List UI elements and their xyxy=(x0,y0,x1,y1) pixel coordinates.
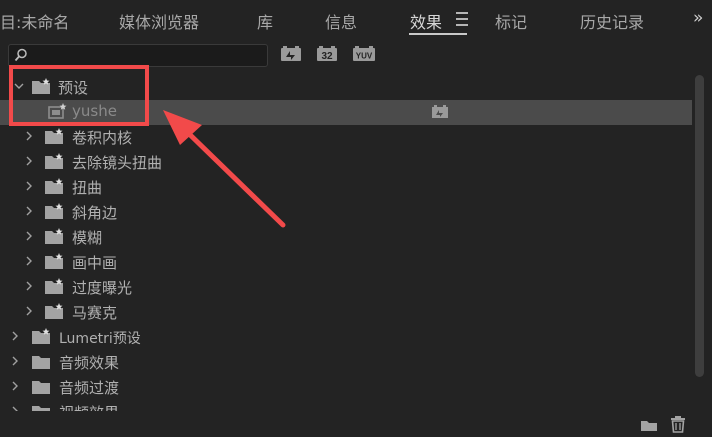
tree-label: 模糊 xyxy=(72,229,103,247)
vertical-scrollbar[interactable] xyxy=(692,73,708,411)
panel-menu-icon[interactable] xyxy=(456,12,468,26)
panel-footer xyxy=(0,411,712,437)
yuv-filter-button[interactable]: YUV xyxy=(352,45,376,63)
accelerated-effects-filter-icon[interactable] xyxy=(280,45,302,63)
tab-media-browser[interactable]: 媒体浏览器 xyxy=(119,9,199,33)
yuv-icon: YUV xyxy=(353,46,375,61)
preset-folder-icon xyxy=(45,303,63,319)
chevron-right-icon[interactable] xyxy=(24,280,34,292)
more-tabs-chevron-icon[interactable]: » xyxy=(693,8,704,28)
tree-label: 音频效果 xyxy=(59,354,120,372)
tree-label: 马赛克 xyxy=(72,304,118,322)
preset-folder-icon xyxy=(32,328,50,344)
preset-folder-icon xyxy=(45,203,63,219)
chevron-right-icon[interactable] xyxy=(24,205,34,217)
32bit-filter-button[interactable]: 32 xyxy=(316,45,338,63)
tree-row-folder[interactable]: 过度曝光 xyxy=(0,275,692,300)
chevron-right-icon[interactable] xyxy=(24,255,34,267)
tree-label: 斜角边 xyxy=(72,204,118,222)
preset-folder-icon xyxy=(45,228,63,244)
tree-row-audio-transitions[interactable]: 音频过渡 xyxy=(0,375,692,400)
tab-effects[interactable]: 效果 xyxy=(410,9,442,33)
scrollbar-thumb[interactable] xyxy=(695,75,704,377)
active-tab-indicator xyxy=(409,33,467,35)
chevron-right-icon[interactable] xyxy=(24,180,34,192)
svg-text:YUV: YUV xyxy=(356,52,373,61)
tree-label: 扭曲 xyxy=(72,179,103,197)
tree-label: 画中画 xyxy=(72,254,118,272)
panel-tab-bar: 目:未命名 媒体浏览器 库 信息 效果 标记 历史记录 » xyxy=(0,0,712,40)
search-icon xyxy=(14,48,27,62)
tree-row-lumetri-presets[interactable]: Lumetri预设 xyxy=(0,325,692,350)
tree-label: 过度曝光 xyxy=(72,279,133,297)
preset-folder-icon xyxy=(45,128,63,144)
accelerated-badge-icon xyxy=(432,105,448,118)
tree-label: 卷积内核 xyxy=(72,129,133,147)
tree-label: 音频过渡 xyxy=(59,379,120,397)
tree-row-video-effects[interactable]: 视频效果 xyxy=(0,400,692,411)
chevron-right-icon[interactable] xyxy=(10,355,20,367)
chevron-right-icon[interactable] xyxy=(10,380,20,392)
tree-row-folder[interactable]: 马赛克 xyxy=(0,300,692,325)
32bit-icon: 32 xyxy=(317,46,337,62)
tab-info[interactable]: 信息 xyxy=(325,9,357,33)
tree-label: 视频效果 xyxy=(59,402,119,411)
tree-row-audio-effects[interactable]: 音频效果 xyxy=(0,350,692,375)
preset-folder-icon xyxy=(45,253,63,269)
chevron-right-icon[interactable] xyxy=(24,130,34,142)
chevron-right-icon[interactable] xyxy=(24,230,34,242)
tree-label: Lumetri预设 xyxy=(59,331,141,347)
tree-row-folder[interactable]: 模糊 xyxy=(0,225,692,250)
preset-folder-icon xyxy=(45,178,63,194)
tree-row-folder[interactable]: 斜角边 xyxy=(0,200,692,225)
tab-markers[interactable]: 标记 xyxy=(495,9,527,33)
tree-row-folder[interactable]: 卷积内核 xyxy=(0,125,692,150)
preset-folder-icon xyxy=(45,153,63,169)
annotation-highlight-box xyxy=(9,65,149,126)
chevron-right-icon[interactable] xyxy=(24,305,34,317)
trash-icon[interactable] xyxy=(669,415,687,433)
svg-text:32: 32 xyxy=(321,51,333,62)
tree-row-folder[interactable]: 画中画 xyxy=(0,250,692,275)
folder-icon xyxy=(32,356,50,369)
tree-row-folder[interactable]: 去除镜头扭曲 xyxy=(0,150,692,175)
chevron-right-icon[interactable] xyxy=(24,155,34,167)
folder-icon xyxy=(32,406,50,411)
chevron-right-icon[interactable] xyxy=(10,330,20,342)
tab-project[interactable]: 目:未命名 xyxy=(0,9,69,33)
new-bin-icon[interactable] xyxy=(640,415,658,433)
search-input[interactable] xyxy=(8,44,268,67)
tree-label: 去除镜头扭曲 xyxy=(72,154,163,172)
preset-folder-icon xyxy=(45,278,63,294)
tree-row-folder[interactable]: 扭曲 xyxy=(0,175,692,200)
tab-libraries[interactable]: 库 xyxy=(257,9,273,33)
folder-icon xyxy=(32,381,50,394)
tab-history[interactable]: 历史记录 xyxy=(580,9,644,33)
